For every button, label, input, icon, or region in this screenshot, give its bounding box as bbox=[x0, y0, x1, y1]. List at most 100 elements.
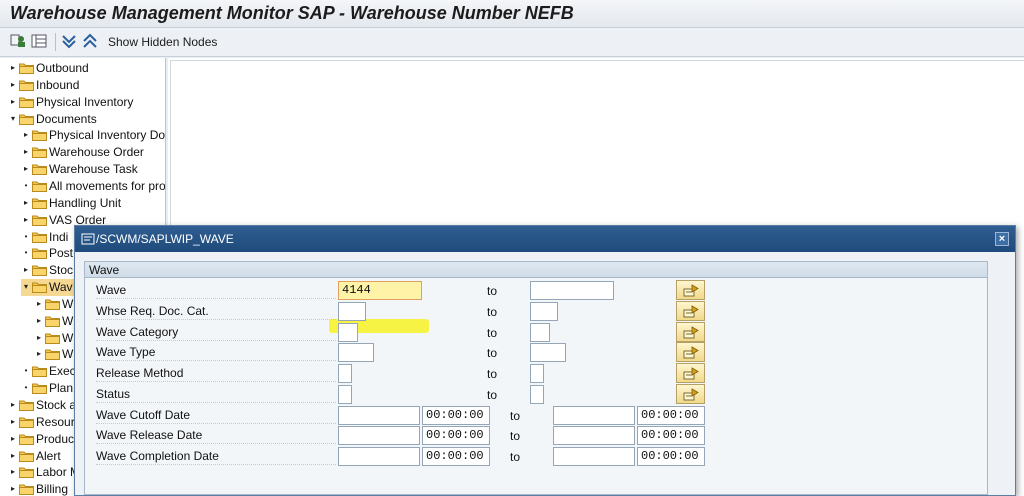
tree-expander-icon[interactable]: • bbox=[21, 230, 31, 244]
tree-node[interactable]: ▸ Physical Inventory Do bbox=[21, 127, 165, 144]
to-label: to bbox=[487, 304, 498, 319]
collapse-all-icon[interactable] bbox=[82, 33, 98, 49]
from-date-input[interactable] bbox=[338, 405, 420, 425]
layout-icon[interactable] bbox=[31, 33, 47, 49]
to-label: to bbox=[510, 408, 521, 423]
tree-expander-icon[interactable]: ▸ bbox=[21, 128, 31, 142]
folder-icon bbox=[19, 62, 34, 74]
to-time-input[interactable]: 00:00:00 bbox=[637, 426, 705, 446]
field-label: Whse Req. Doc. Cat. bbox=[96, 304, 336, 320]
tree-node[interactable]: ▸ Warehouse Order bbox=[21, 144, 165, 161]
from-time-input[interactable]: 00:00:00 bbox=[422, 426, 490, 446]
folder-icon bbox=[19, 483, 34, 496]
selection-row: Wave Cutoff Date 00:00:00 00:00:00 to bbox=[85, 405, 987, 426]
folder-icon bbox=[45, 348, 60, 361]
tree-expander-icon[interactable]: ▸ bbox=[34, 314, 44, 328]
tree-node-label: Outbound bbox=[36, 61, 89, 75]
tree-expander-icon[interactable]: • bbox=[21, 381, 31, 395]
from-time-input[interactable]: 00:00:00 bbox=[422, 447, 490, 466]
to-date-input[interactable] bbox=[553, 447, 635, 466]
user-tree-icon[interactable] bbox=[10, 33, 26, 49]
from-date-input[interactable] bbox=[338, 426, 420, 446]
tree-node-label: Stoc bbox=[49, 263, 74, 278]
tree-expander-icon[interactable]: ▸ bbox=[21, 196, 31, 210]
expand-all-icon[interactable] bbox=[61, 33, 77, 49]
tree-expander-icon[interactable]: ▸ bbox=[8, 95, 18, 109]
tree-node[interactable]: ▾ Documents bbox=[8, 111, 165, 128]
from-input[interactable]: 4144 bbox=[338, 281, 422, 300]
tree-node[interactable]: ▸ Inbound bbox=[8, 77, 165, 94]
from-input[interactable] bbox=[338, 343, 374, 363]
folder-icon bbox=[19, 399, 34, 411]
tree-expander-icon[interactable]: • bbox=[21, 179, 31, 193]
to-input[interactable] bbox=[530, 343, 566, 363]
folder-icon bbox=[45, 298, 60, 310]
show-hidden-nodes-button[interactable]: Show Hidden Nodes bbox=[108, 35, 217, 49]
from-input[interactable] bbox=[338, 364, 352, 383]
tree-expander-icon[interactable]: ▸ bbox=[8, 78, 18, 92]
multiple-selection-button[interactable] bbox=[676, 383, 705, 404]
tree-expander-icon[interactable]: ▸ bbox=[8, 415, 18, 429]
to-date-input[interactable] bbox=[553, 426, 635, 446]
tree-expander-icon[interactable]: ▸ bbox=[21, 213, 31, 227]
tree-expander-icon[interactable]: ▸ bbox=[21, 263, 31, 277]
tree-expander-icon[interactable]: ▸ bbox=[8, 398, 18, 412]
tree-node-label: Resour bbox=[36, 414, 75, 429]
tree-expander-icon[interactable]: ▸ bbox=[8, 465, 18, 479]
folder-icon bbox=[19, 450, 34, 462]
multiple-selection-button[interactable] bbox=[676, 280, 705, 300]
to-input[interactable] bbox=[530, 301, 558, 321]
multiple-selection-button[interactable] bbox=[676, 321, 705, 342]
tree-node[interactable]: ▸ Outbound bbox=[8, 60, 165, 77]
window-titlebar: Warehouse Management Monitor SAP - Wareh… bbox=[0, 0, 1024, 28]
to-time-input[interactable]: 00:00:00 bbox=[637, 405, 705, 425]
tree-expander-icon[interactable]: ▸ bbox=[21, 162, 31, 176]
tree-node-label: Alert bbox=[36, 448, 61, 463]
folder-icon bbox=[32, 264, 47, 277]
tree-expander-icon[interactable]: ▸ bbox=[34, 331, 44, 345]
tree-expander-icon[interactable]: ▸ bbox=[8, 432, 18, 446]
to-input[interactable] bbox=[530, 384, 544, 404]
toolbar: Show Hidden Nodes bbox=[0, 28, 1024, 57]
tree-node-label: W bbox=[62, 296, 74, 311]
multiple-selection-button[interactable] bbox=[676, 342, 705, 363]
toolbar-separator bbox=[55, 33, 56, 51]
tree-node-label: W bbox=[62, 313, 74, 328]
to-input[interactable] bbox=[530, 322, 550, 342]
from-input[interactable] bbox=[338, 322, 358, 342]
tree-expander-icon[interactable]: • bbox=[21, 364, 31, 378]
close-icon[interactable]: × bbox=[995, 232, 1009, 246]
to-date-input[interactable] bbox=[553, 405, 635, 425]
to-time-input[interactable]: 00:00:00 bbox=[637, 447, 705, 466]
from-date-input[interactable] bbox=[338, 447, 420, 466]
tree-node[interactable]: ▸ Warehouse Task bbox=[21, 161, 165, 178]
from-time-input[interactable]: 00:00:00 bbox=[422, 405, 490, 425]
selection-row: Whse Req. Doc. Cat. to bbox=[85, 300, 987, 322]
field-label: Wave Category bbox=[96, 325, 336, 341]
tree-expander-icon[interactable]: ▸ bbox=[21, 145, 31, 159]
multiple-selection-button[interactable] bbox=[676, 300, 705, 321]
tree-expander-icon[interactable]: ▸ bbox=[8, 61, 18, 75]
from-input[interactable] bbox=[338, 384, 352, 404]
tree-expander-icon[interactable]: • bbox=[21, 246, 31, 260]
to-label: to bbox=[510, 429, 521, 444]
folder-icon bbox=[32, 365, 47, 378]
tree-expander-icon[interactable]: ▸ bbox=[34, 347, 44, 361]
to-input[interactable] bbox=[530, 281, 614, 300]
to-label: to bbox=[487, 284, 498, 298]
tree-node[interactable]: • All movements for pro bbox=[21, 178, 165, 195]
tree-expander-icon[interactable]: ▸ bbox=[8, 482, 18, 496]
tree-node[interactable]: ▸ Handling Unit bbox=[21, 195, 165, 212]
tree-expander-icon[interactable]: ▸ bbox=[8, 449, 18, 463]
tree-expander-icon[interactable]: ▸ bbox=[34, 297, 44, 311]
tree-expander-icon[interactable]: ▾ bbox=[8, 112, 18, 126]
to-input[interactable] bbox=[530, 364, 544, 383]
from-input[interactable] bbox=[338, 301, 366, 321]
window-title: Warehouse Management Monitor SAP - Wareh… bbox=[10, 3, 574, 23]
tree-node[interactable]: ▸ Physical Inventory bbox=[8, 94, 165, 111]
tree-node-label: Stock a bbox=[36, 398, 77, 412]
folder-icon bbox=[32, 129, 47, 142]
multiple-selection-button[interactable] bbox=[676, 363, 705, 383]
dialog-title: /SCWM/SAPLWIP_WAVE bbox=[96, 232, 234, 246]
tree-expander-icon[interactable]: ▾ bbox=[21, 280, 31, 294]
